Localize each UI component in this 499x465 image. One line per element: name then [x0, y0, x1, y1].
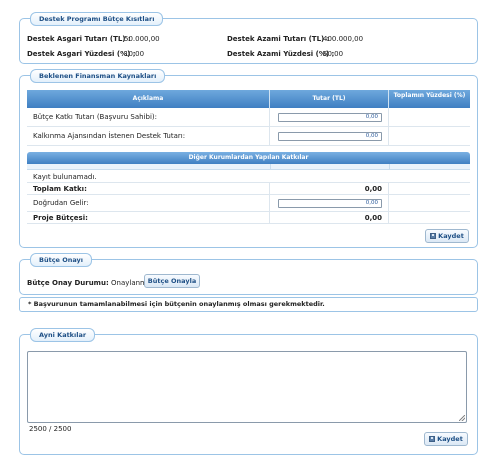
table-row: Bütçe Katkı Tutarı (Başvuru Sahibi): 0,0… [27, 108, 470, 127]
project-budget-value: 0,00 [364, 213, 382, 222]
min-amount-label: Destek Asgari Tutarı (TL) : [27, 35, 131, 43]
project-budget-label: Proje Bütçesi: [33, 213, 88, 222]
char-counter: 2500 / 2500 [29, 425, 72, 433]
budget-approval-legend: Bütçe Onayı [30, 253, 93, 267]
save-funding-button[interactable]: Kaydet [425, 229, 469, 243]
header-yuzde: Toplamın Yüzdesi (%) [389, 90, 470, 108]
save-in-kind-button[interactable]: Kaydet [424, 432, 468, 446]
direct-income-label: Doğrudan Gelir: [33, 199, 89, 207]
save-funding-label: Kaydet [438, 232, 464, 240]
save-in-kind-label: Kaydet [437, 435, 463, 443]
max-percent-label: Destek Azami Yüzdesi (%) : [227, 50, 335, 58]
max-percent-value: 50,00 [323, 50, 344, 58]
min-percent-label: Destek Asgari Yüzdesi (%) : [27, 50, 136, 58]
table-row: Kalkınma Ajansından İstenen Destek Tutar… [27, 127, 470, 146]
in-kind-textarea[interactable] [27, 351, 467, 423]
direct-income-input[interactable]: 0,00 [278, 199, 382, 208]
save-icon [430, 233, 437, 239]
min-percent-value: 10,00 [124, 50, 145, 58]
row-label: Kalkınma Ajansından İstenen Destek Tutar… [33, 132, 186, 140]
row-label: Bütçe Katkı Tutarı (Başvuru Sahibi): [33, 113, 158, 121]
budget-contribution-input[interactable]: 0,00 [278, 113, 382, 122]
resize-handle-icon[interactable] [459, 415, 465, 421]
no-record-text: Kayıt bulunamadı. [33, 173, 97, 181]
total-label: Toplam Katkı: [33, 184, 87, 193]
max-amount-label: Destek Azami Tutarı (TL) : [227, 35, 330, 43]
approve-budget-label: Bütçe Onayla [147, 277, 197, 285]
funding-sources-legend: Beklenen Finansman Kaynakları [30, 69, 166, 83]
total-value: 0,00 [364, 184, 382, 193]
other-contributions-subheader [27, 164, 470, 170]
max-amount-value: 400.000,00 [323, 35, 364, 43]
agency-support-input[interactable]: 0,00 [278, 132, 382, 141]
other-contributions-header: Diğer Kurumlardan Yapılan Katkılar [27, 152, 470, 164]
budget-limits-legend: Destek Programı Bütçe Kısıtları [30, 12, 164, 26]
total-row: Toplam Katkı: 0,00 [27, 182, 470, 195]
project-budget-row: Proje Bütçesi: 0,00 [27, 212, 470, 224]
approval-status-label: Bütçe Onay Durumu: [27, 279, 109, 287]
approve-budget-button[interactable]: Bütçe Onayla [144, 274, 200, 288]
header-tutar: Tutar (TL) [270, 90, 389, 108]
approval-warning: * Başvurunun tamamlanabilmesi için bütçe… [19, 297, 478, 312]
direct-income-row: Doğrudan Gelir: 0,00 [27, 195, 470, 212]
header-aciklama: Açıklama [27, 90, 270, 108]
budget-approval-fieldset: Bütçe Onayı [19, 253, 478, 295]
save-icon [429, 436, 436, 442]
min-amount-value: 50.000,00 [124, 35, 160, 43]
in-kind-legend: Ayni Katkılar [30, 328, 96, 342]
